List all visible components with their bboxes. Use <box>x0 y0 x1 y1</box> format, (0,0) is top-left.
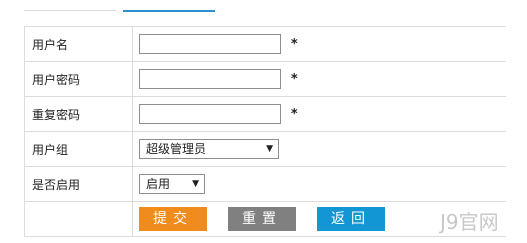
username-cell: * <box>132 26 506 62</box>
form-row-username: 用户名 * <box>24 26 506 62</box>
group-cell: 超级管理员 ▼ <box>132 131 506 167</box>
actions-label-cell <box>24 201 133 237</box>
enable-label: 是否启用 <box>24 166 133 202</box>
form-row-confirm-password: 重复密码 * <box>24 96 506 132</box>
username-input[interactable] <box>139 34 281 54</box>
group-label: 用户组 <box>24 131 133 167</box>
password-cell: * <box>132 61 506 97</box>
form-row-actions: 提交 重置 返回 <box>24 201 506 237</box>
required-mark: * <box>290 107 298 122</box>
form-row-password: 用户密码 * <box>24 61 506 97</box>
confirm-password-cell: * <box>132 96 506 132</box>
required-mark: * <box>290 72 298 87</box>
required-mark: * <box>290 37 298 52</box>
watermark-logo: J9官网 <box>440 210 499 234</box>
tab-underline-inactive <box>24 10 116 11</box>
enable-cell: 启用 ▼ <box>132 166 506 202</box>
user-form-table: 用户名 * 用户密码 * 重复密码 * 用户组 超级管理员 ▼ 是否启用 启用 … <box>24 26 506 237</box>
username-label: 用户名 <box>24 26 133 62</box>
tab-underline-active <box>123 10 215 12</box>
reset-button[interactable]: 重置 <box>228 207 296 231</box>
user-group-selected-value: 超级管理员 <box>146 142 207 156</box>
confirm-password-input[interactable] <box>139 104 281 124</box>
password-input[interactable] <box>139 69 281 89</box>
form-row-enable: 是否启用 启用 ▼ <box>24 166 506 202</box>
user-group-select[interactable]: 超级管理员 ▼ <box>139 139 279 159</box>
submit-button[interactable]: 提交 <box>139 207 207 231</box>
enable-select[interactable]: 启用 ▼ <box>139 174 205 194</box>
back-button[interactable]: 返回 <box>317 207 385 231</box>
form-row-group: 用户组 超级管理员 ▼ <box>24 131 506 167</box>
chevron-down-icon: ▼ <box>192 179 199 189</box>
password-label: 用户密码 <box>24 61 133 97</box>
enable-selected-value: 启用 <box>146 177 171 191</box>
confirm-password-label: 重复密码 <box>24 96 133 132</box>
chevron-down-icon: ▼ <box>266 144 273 154</box>
